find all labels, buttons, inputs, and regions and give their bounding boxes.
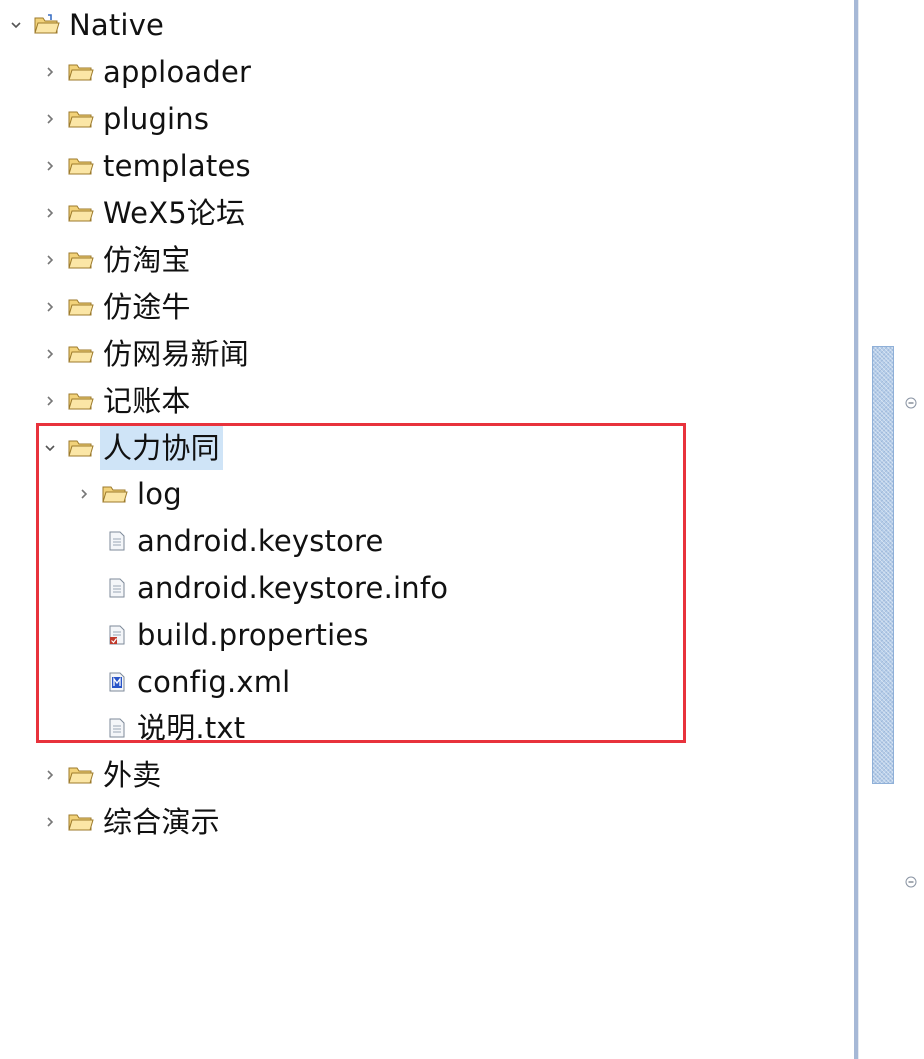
tree-item-label: templates (103, 149, 251, 183)
tree-item-android-keystore-info[interactable]: android.keystore.info (106, 566, 451, 610)
tree-item-wex5-forum[interactable]: WeX5论坛 (40, 191, 248, 235)
chevron-right-icon[interactable] (40, 250, 60, 270)
folder-icon (68, 765, 94, 785)
chevron-right-icon[interactable] (40, 344, 60, 364)
chevron-right-icon[interactable] (40, 203, 60, 223)
chevron-right-icon[interactable] (40, 765, 60, 785)
tree-item-tuniu-clone[interactable]: 仿途牛 (40, 285, 194, 329)
tree-item-label: log (137, 477, 182, 511)
tree-item-plugins[interactable]: plugins (40, 97, 212, 141)
tree-item-build-properties[interactable]: build.properties (106, 613, 372, 657)
folder-icon (68, 438, 94, 458)
tree-item-taobao-clone[interactable]: 仿淘宝 (40, 238, 194, 282)
tree-item-log[interactable]: log (74, 472, 185, 516)
collapse-icon[interactable] (905, 876, 917, 888)
folder-icon (68, 250, 94, 270)
tree-item-label: 人力协同 (100, 426, 223, 470)
chevron-right-icon[interactable] (40, 109, 60, 129)
chevron-right-icon[interactable] (40, 156, 60, 176)
tree-item-ledger[interactable]: 记账本 (40, 379, 194, 423)
project-folder-icon (34, 14, 60, 36)
chevron-right-icon[interactable] (40, 62, 60, 82)
tree-item-label: 仿网易新闻 (103, 337, 250, 371)
tree-item-readme-txt[interactable]: 说明.txt (106, 706, 248, 750)
folder-icon (68, 344, 94, 364)
chevron-down-icon[interactable] (40, 438, 60, 458)
scrollbar-thumb[interactable] (872, 346, 894, 784)
project-explorer-tree: Native apploader plugins templates WeX5论… (0, 0, 850, 1059)
tree-item-takeout[interactable]: 外卖 (40, 753, 164, 797)
pane-divider-edge (858, 0, 859, 1059)
tree-item-label: plugins (103, 102, 210, 136)
text-file-icon (106, 530, 128, 552)
chevron-right-icon[interactable] (40, 812, 60, 832)
folder-icon (68, 62, 94, 82)
tree-item-label: 记账本 (103, 384, 191, 418)
tree-item-label: 仿淘宝 (103, 243, 191, 277)
tree-item-label: 说明.txt (137, 711, 246, 745)
xml-file-icon (106, 671, 128, 693)
tree-item-native[interactable]: Native (6, 3, 167, 47)
properties-file-icon (106, 624, 128, 646)
tree-item-netease-news-clone[interactable]: 仿网易新闻 (40, 332, 252, 376)
folder-icon (68, 812, 94, 832)
text-file-icon (106, 577, 128, 599)
tree-item-label: apploader (103, 55, 252, 89)
folder-icon (102, 484, 128, 504)
tree-item-label: 仿途牛 (103, 290, 191, 324)
tree-item-comprehensive-demo[interactable]: 综合演示 (40, 800, 223, 844)
chevron-down-icon[interactable] (6, 15, 26, 35)
folder-icon (68, 297, 94, 317)
tree-item-label: 综合演示 (103, 805, 220, 839)
tree-item-hr-collaboration[interactable]: 人力协同 (40, 426, 223, 470)
folder-icon (68, 156, 94, 176)
chevron-right-icon[interactable] (40, 391, 60, 411)
text-file-icon (106, 717, 128, 739)
tree-item-label: Native (69, 8, 165, 42)
tree-item-label: build.properties (137, 618, 369, 652)
tree-item-label: 外卖 (103, 758, 162, 792)
tree-item-label: config.xml (137, 665, 291, 699)
tree-item-apploader[interactable]: apploader (40, 50, 254, 94)
tree-item-android-keystore[interactable]: android.keystore (106, 519, 387, 563)
chevron-right-icon[interactable] (40, 297, 60, 317)
folder-icon (68, 203, 94, 223)
chevron-right-icon[interactable] (74, 484, 94, 504)
tree-item-label: android.keystore.info (137, 571, 449, 605)
folder-icon (68, 391, 94, 411)
tree-item-templates[interactable]: templates (40, 144, 254, 188)
tree-item-label: WeX5论坛 (103, 196, 246, 230)
collapse-icon[interactable] (905, 397, 917, 409)
tree-item-config-xml[interactable]: config.xml (106, 660, 293, 704)
tree-item-label: android.keystore (137, 524, 384, 558)
folder-icon (68, 109, 94, 129)
